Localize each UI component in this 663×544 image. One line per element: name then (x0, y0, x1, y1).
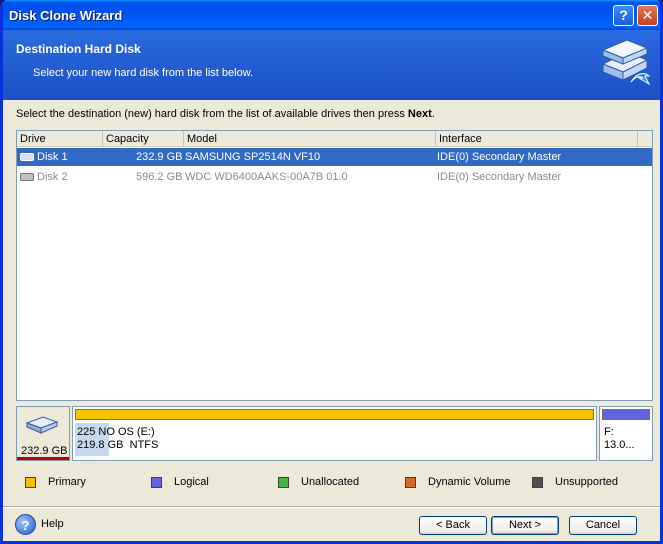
cancel-button[interactable]: Cancel (569, 516, 637, 535)
partition-label: 225 NO OS (E:) (77, 426, 155, 438)
page-subtitle: Select your new hard disk from the list … (33, 67, 254, 79)
cell-capacity: 596.2 GB (136, 171, 183, 183)
instruction-text: Select the destination (new) hard disk f… (16, 108, 435, 120)
cell-drive: Disk 1 (37, 151, 68, 163)
help-label: Help (41, 518, 64, 530)
cell-drive: Disk 2 (37, 171, 68, 183)
partition-type-bar (75, 409, 594, 420)
table-row[interactable]: Disk 1 232.9 GB SAMSUNG SP2514N VF10 IDE… (17, 148, 652, 166)
disk-size: 232.9 GB (21, 445, 68, 457)
window-title: Disk Clone Wizard (9, 8, 123, 23)
legend-label: Primary (48, 476, 86, 488)
partition-legend: Primary Logical Unallocated Dynamic Volu… (25, 475, 645, 491)
hard-disk-icon (25, 416, 59, 434)
cell-interface: IDE(0) Secondary Master (437, 151, 562, 163)
legend-label: Unallocated (301, 476, 360, 488)
column-header-capacity[interactable]: Capacity (103, 131, 184, 147)
legend-swatch (532, 477, 543, 488)
disk-map: 232.9 GB 225 NO OS (E:) 219.8 GB NTFS F:… (16, 406, 653, 461)
wizard-header: Destination Hard Disk Select your new ha… (3, 30, 660, 100)
partition-logical[interactable]: F: 13.0... (599, 406, 653, 461)
legend-label: Logical (174, 476, 209, 488)
footer-divider (3, 506, 660, 508)
question-icon: ? (15, 514, 36, 535)
drive-list[interactable]: Drive Capacity Model Interface Disk 1 23… (16, 130, 653, 401)
disk-status-bar (17, 457, 69, 460)
column-header-model[interactable]: Model (184, 131, 436, 147)
title-help-button[interactable]: ? (613, 5, 634, 26)
title-close-button[interactable]: ✕ (637, 5, 658, 26)
column-header-drive[interactable]: Drive (17, 131, 103, 147)
title-bar[interactable]: Disk Clone Wizard ? ✕ (3, 0, 660, 30)
legend-swatch (278, 477, 289, 488)
cell-capacity: 232.9 GB (136, 151, 183, 163)
cell-model: WDC WD6400AAKS-00A7B 01.0 (185, 171, 348, 183)
drive-list-header: Drive Capacity Model Interface (17, 131, 652, 147)
hard-disk-icon (20, 173, 34, 181)
instruction-emphasis: Next (407, 108, 432, 120)
legend-swatch (25, 477, 36, 488)
disk-map-disk[interactable]: 232.9 GB (16, 406, 70, 461)
page-title: Destination Hard Disk (16, 42, 141, 56)
back-button[interactable]: < Back (419, 516, 487, 535)
cell-model: SAMSUNG SP2514N VF10 (185, 151, 321, 163)
partition-size: 13.0... (604, 439, 635, 451)
legend-label: Dynamic Volume (428, 476, 511, 488)
table-row[interactable]: Disk 2 596.2 GB WDC WD6400AAKS-00A7B 01.… (17, 168, 652, 186)
legend-swatch (151, 477, 162, 488)
next-button[interactable]: Next > (491, 516, 559, 535)
partition-size: 219.8 GB NTFS (77, 439, 159, 451)
hard-disks-icon (601, 39, 651, 86)
partition-type-bar (602, 409, 650, 420)
hard-disk-icon (20, 153, 34, 161)
legend-label: Unsupported (555, 476, 618, 488)
legend-swatch (405, 477, 416, 488)
partition-label: F: (604, 426, 614, 438)
cell-interface: IDE(0) Secondary Master (437, 171, 562, 183)
column-header-interface[interactable]: Interface (436, 131, 638, 147)
disk-clone-wizard-window: Disk Clone Wizard ? ✕ Destination Hard D… (0, 0, 663, 544)
partition-primary[interactable]: 225 NO OS (E:) 219.8 GB NTFS (72, 406, 597, 461)
